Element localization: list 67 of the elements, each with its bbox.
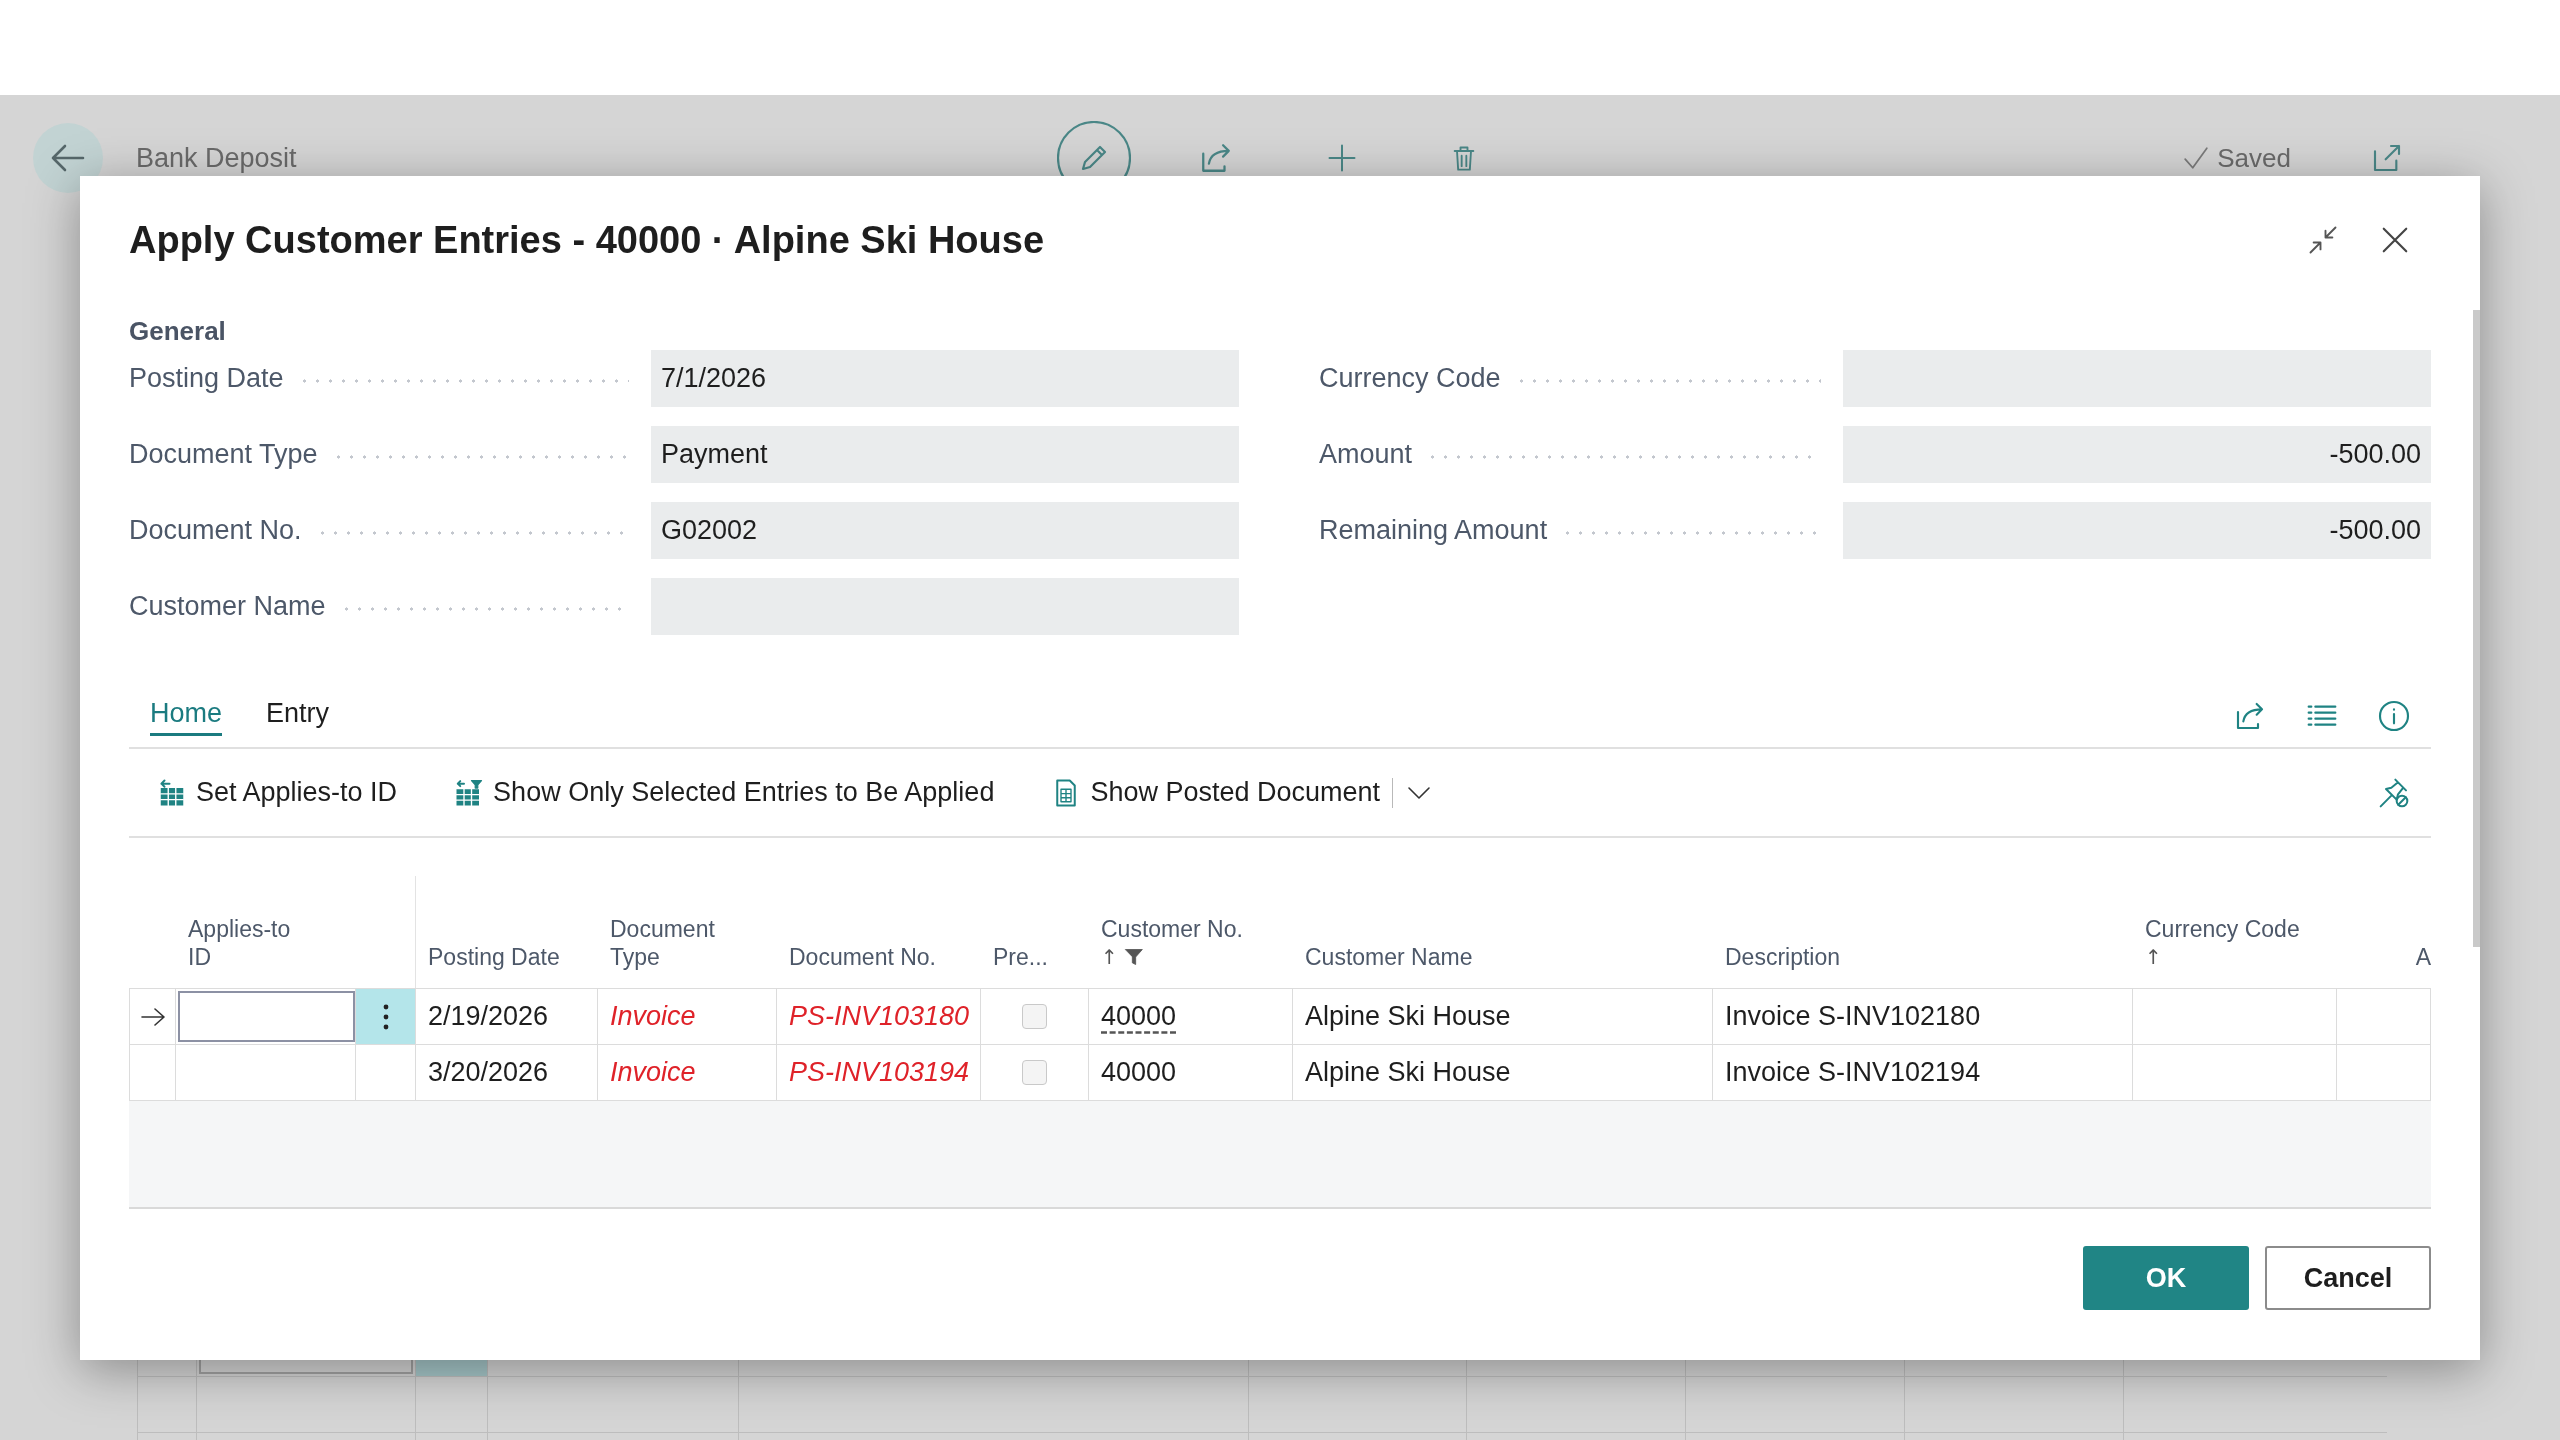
scrollbar[interactable] [2473, 310, 2480, 947]
field-label: Currency Code [1319, 363, 1501, 394]
toolbar-button[interactable]: Set Applies-to ID [143, 767, 412, 818]
page-title: Bank Deposit [136, 142, 297, 174]
checkbox[interactable] [1022, 1004, 1047, 1029]
table-cell: Invoice S-INV102180 [1713, 989, 2133, 1044]
table-cell: 3/20/2026 [416, 1045, 598, 1100]
back-icon[interactable] [33, 123, 103, 193]
collapse-icon[interactable] [2308, 225, 2338, 255]
sort-arrow: ↑ [1101, 945, 1118, 969]
chevron-down-icon [1407, 785, 1432, 800]
table-cell: PS-INV103180 [777, 989, 981, 1044]
table-cell: 40000 [1089, 1045, 1293, 1100]
more-icon [382, 1003, 389, 1030]
column-header[interactable]: Pre... [993, 943, 1048, 971]
table-cell: Alpine Ski House [1293, 989, 1713, 1044]
tab[interactable]: Entry [266, 696, 330, 736]
field-label: Remaining Amount [1319, 515, 1548, 546]
field-label: Document Type [129, 439, 318, 470]
column-header[interactable]: Document Type [610, 915, 765, 971]
table-cell: Invoice [598, 1045, 777, 1100]
input-field[interactable] [178, 991, 355, 1042]
column-header[interactable]: Customer Name [1305, 943, 1473, 971]
group-heading: General [129, 315, 226, 347]
arrow-right-icon [139, 1006, 166, 1027]
saved-status: Saved [2217, 142, 2291, 174]
row-selector[interactable] [129, 989, 176, 1044]
text-field[interactable]: 7/1/2026 [651, 350, 1239, 407]
table-cell: PS-INV103194 [777, 1045, 981, 1100]
table-filter-icon [454, 777, 485, 808]
check-icon [2183, 145, 2210, 171]
table-cell: Invoice [598, 989, 777, 1044]
secondary-button[interactable]: Cancel [2265, 1246, 2431, 1310]
field-label: Document No. [129, 515, 302, 546]
plus-icon[interactable] [1327, 143, 1357, 173]
table-cell: 40000 [1089, 989, 1293, 1044]
share-icon[interactable] [2234, 700, 2266, 732]
close-icon[interactable] [2380, 225, 2410, 255]
column-header[interactable]: Applies-to ID [188, 915, 308, 971]
text-field[interactable]: -500.00 [1843, 426, 2431, 483]
open-in-new-window-icon[interactable] [2371, 142, 2403, 174]
column-header[interactable]: Customer No. [1101, 915, 1243, 943]
pin-icon[interactable] [2378, 776, 2410, 809]
column-header[interactable]: Posting Date [428, 943, 560, 971]
column-header[interactable]: Description [1725, 943, 1841, 971]
column-header[interactable]: Document No. [789, 943, 936, 971]
dialog-title: Apply Customer Entries - 40000 · Alpine Ski House [129, 218, 1045, 262]
toolbar-button[interactable]: Show Posted Document [1037, 767, 1393, 818]
field-label: Customer Name [129, 591, 326, 622]
table-cell: 2/19/2026 [416, 989, 598, 1044]
toolbar-button[interactable]: Show Only Selected Entries to Be Applied [440, 767, 1009, 818]
column-header[interactable]: A [2415, 943, 2431, 971]
table-cell: Invoice S-INV102194 [1713, 1045, 2133, 1100]
text-field[interactable]: -500.00 [1843, 502, 2431, 559]
checkbox[interactable] [1022, 1060, 1047, 1085]
primary-button[interactable]: OK [2083, 1246, 2249, 1310]
field-label: Posting Date [129, 363, 284, 394]
field-label: Amount [1319, 439, 1413, 470]
column-header[interactable]: Currency Code [2145, 915, 2300, 943]
table-cell: Alpine Ski House [1293, 1045, 1713, 1100]
tab[interactable]: Home [150, 696, 223, 736]
text-field[interactable]: G02002 [651, 502, 1239, 559]
sort-arrow: ↑ [2145, 945, 2162, 969]
table-icon [157, 777, 187, 808]
share-icon[interactable] [1199, 141, 1233, 175]
text-field[interactable]: Payment [651, 426, 1239, 483]
info-icon[interactable] [2378, 700, 2410, 732]
